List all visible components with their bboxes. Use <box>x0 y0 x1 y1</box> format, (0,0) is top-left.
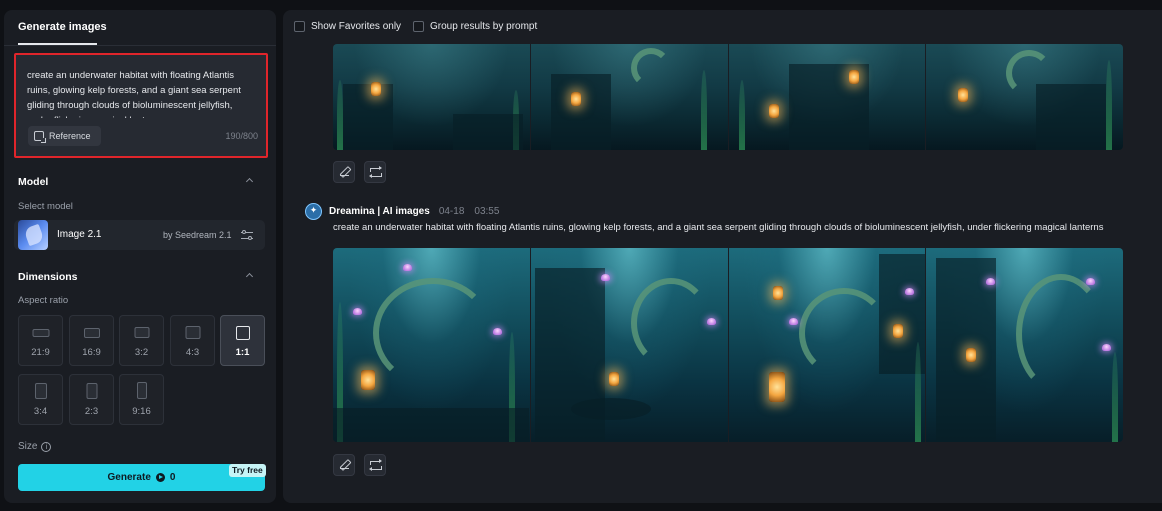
generated-image[interactable] <box>530 44 728 150</box>
repeat-icon <box>369 459 382 471</box>
group-by-prompt-toggle[interactable]: Group results by prompt <box>413 21 537 32</box>
divider <box>4 45 276 46</box>
select-model-label: Select model <box>18 201 73 212</box>
aspect-ratio-4-3[interactable]: 4:3 <box>170 315 215 366</box>
aspect-shape-icon <box>134 327 149 338</box>
repeat-icon <box>369 166 382 178</box>
size-label: Size i <box>18 441 52 452</box>
dimensions-section-title: Dimensions <box>18 271 78 283</box>
aspect-ratio-label-text: 16:9 <box>82 347 101 358</box>
tab-generate-images[interactable]: Generate images <box>18 21 107 33</box>
aspect-ratio-label-text: 4:3 <box>185 347 200 358</box>
previous-image-row <box>333 44 1123 150</box>
aspect-ratio-2-3[interactable]: 2:3 <box>69 374 114 425</box>
model-section-title: Model <box>18 176 49 188</box>
aspect-ratio-16-9[interactable]: 16:9 <box>69 315 114 366</box>
generation-date: 04-18 <box>438 206 465 217</box>
generation-header: Dreamina | AI images 04-18 03:55 <box>305 203 499 220</box>
aspect-shape-icon <box>136 382 147 399</box>
aspect-shape-icon <box>32 329 49 337</box>
credit-count: 0 <box>169 472 176 483</box>
aspect-ratio-label-text: 3:2 <box>134 347 149 358</box>
reference-icon <box>34 131 46 143</box>
group-by-prompt-checkbox[interactable] <box>413 21 424 32</box>
aspect-shape-icon <box>86 383 97 399</box>
generation-prompt: create an underwater habitat with floati… <box>333 222 1104 233</box>
aspect-ratio-label-text: 2:3 <box>84 406 99 417</box>
edit-prompt-button[interactable] <box>333 454 355 476</box>
edit-prompt-button[interactable] <box>333 161 355 183</box>
generated-image[interactable] <box>333 248 530 442</box>
aspect-ratio-1-1[interactable]: 1:1 <box>220 315 265 366</box>
generation-author: Dreamina | AI images <box>329 206 430 217</box>
aspect-shape-icon <box>185 326 200 339</box>
info-icon[interactable]: i <box>41 441 52 452</box>
char-count: 190/800 <box>225 131 258 141</box>
credit-icon <box>155 473 165 482</box>
reference-label: Reference <box>49 131 91 141</box>
generate-panel: Generate images create an underwater hab… <box>4 10 276 503</box>
generated-image[interactable] <box>333 44 530 150</box>
try-free-badge: Try free <box>229 464 266 477</box>
aspect-ratio-3-2[interactable]: 3:2 <box>119 315 164 366</box>
aspect-ratio-21-9[interactable]: 21:9 <box>18 315 63 366</box>
generated-image[interactable] <box>728 248 926 442</box>
aspect-ratio-label-text: 9:16 <box>132 406 151 417</box>
aspect-ratio-label-text: 3:4 <box>33 406 48 417</box>
generation-time: 03:55 <box>474 206 500 217</box>
regenerate-button[interactable] <box>364 161 386 183</box>
dreamina-logo-icon <box>305 203 322 220</box>
pencil-icon <box>340 460 349 469</box>
settings-sliders-icon[interactable] <box>241 229 253 241</box>
prompt-input-box[interactable]: create an underwater habitat with floati… <box>14 53 268 158</box>
tab-bar: Generate images <box>4 10 276 45</box>
chevron-up-icon[interactable] <box>246 176 254 184</box>
model-thumbnail <box>18 220 48 250</box>
model-provider: by Seedream 2.1 <box>163 230 232 240</box>
show-favorites-toggle[interactable]: Show Favorites only <box>294 21 401 32</box>
model-name: Image 2.1 <box>57 229 102 240</box>
pencil-icon <box>340 167 349 176</box>
aspect-ratio-label-text: 1:1 <box>235 347 250 358</box>
aspect-shape-icon <box>83 328 100 338</box>
show-favorites-label: Show Favorites only <box>311 21 402 32</box>
aspect-shape-icon <box>235 326 250 340</box>
aspect-ratio-label: Aspect ratio <box>18 295 69 306</box>
generated-image[interactable] <box>926 248 1123 442</box>
model-selector[interactable]: Image 2.1 by Seedream 2.1 <box>14 220 265 250</box>
aspect-ratio-3-4[interactable]: 3:4 <box>18 374 63 425</box>
regenerate-button[interactable] <box>364 454 386 476</box>
aspect-ratio-label-text: 21:9 <box>31 347 50 358</box>
generated-image[interactable] <box>530 248 728 442</box>
generated-image[interactable] <box>728 44 926 150</box>
generate-button[interactable]: Generate 0 <box>18 464 265 491</box>
prompt-input[interactable]: create an underwater habitat with floati… <box>27 68 247 118</box>
size-label-text: Size <box>18 441 38 452</box>
group-by-prompt-label: Group results by prompt <box>430 21 538 32</box>
aspect-ratio-9-16[interactable]: 9:16 <box>119 374 164 425</box>
show-favorites-checkbox[interactable] <box>294 21 305 32</box>
generate-label: Generate <box>107 472 151 483</box>
results-panel: Show Favorites only Group results by pro… <box>283 10 1162 503</box>
aspect-shape-icon <box>34 383 47 399</box>
reference-button[interactable]: Reference <box>28 126 101 146</box>
generated-image[interactable] <box>926 44 1123 150</box>
generated-image-row <box>333 248 1123 442</box>
chevron-up-icon[interactable] <box>246 271 254 279</box>
